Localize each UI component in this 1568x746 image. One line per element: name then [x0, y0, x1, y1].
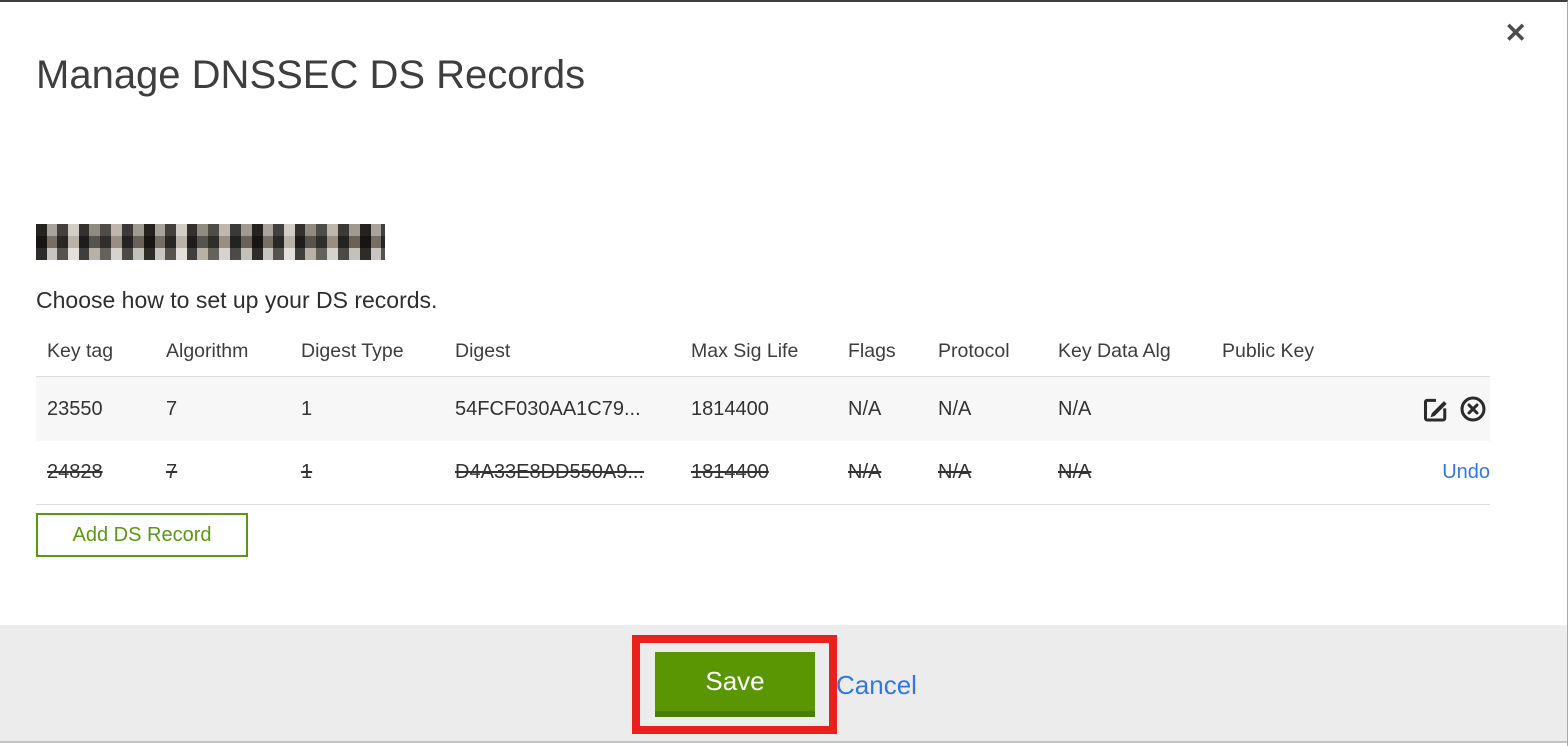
cell-algorithm: 7: [166, 461, 178, 483]
cell-protocol: N/A: [938, 461, 972, 483]
header-key-data-alg: Key Data Alg: [1047, 332, 1211, 377]
cell-max-sig-life: 1814400: [691, 461, 769, 483]
add-ds-record-button[interactable]: Add DS Record: [36, 513, 248, 557]
header-digest-type: Digest Type: [290, 332, 444, 377]
page-title: Manage DNSSEC DS Records: [36, 52, 586, 97]
table-row: 23550 7 1 54FCF030AA1C79... 1814400 N/A …: [36, 376, 1490, 441]
table-header-row: Key tag Algorithm Digest Type Digest Max…: [36, 332, 1490, 377]
cell-digest: 54FCF030AA1C79...: [455, 397, 641, 420]
cell-protocol: N/A: [938, 397, 972, 420]
edit-icon[interactable]: [1422, 395, 1450, 423]
cell-flags: N/A: [848, 461, 882, 483]
cell-digest-type: 1: [301, 397, 313, 420]
cell-key-tag: 24828: [47, 461, 103, 483]
cell-key-data-alg: N/A: [1058, 397, 1092, 420]
cell-key-data-alg: N/A: [1058, 461, 1092, 483]
header-max-sig-life: Max Sig Life: [680, 332, 837, 377]
save-button[interactable]: Save: [655, 652, 815, 717]
header-protocol: Protocol: [927, 332, 1047, 377]
cell-digest-type: 1: [301, 461, 313, 483]
cancel-link[interactable]: Cancel: [836, 670, 917, 701]
cell-digest: D4A33E8DD550A9...: [455, 461, 645, 483]
close-icon[interactable]: ✕: [1504, 20, 1527, 47]
instruction-text: Choose how to set up your DS records.: [36, 287, 438, 313]
redacted-domain-name: [36, 224, 385, 260]
undo-link[interactable]: Undo: [1442, 461, 1490, 483]
header-key-tag: Key tag: [36, 332, 155, 377]
header-actions: [1356, 332, 1490, 377]
cell-max-sig-life: 1814400: [691, 397, 769, 420]
dnssec-modal: Manage DNSSEC DS Records ✕ Choose how to…: [0, 0, 1568, 746]
ds-records-table: Key tag Algorithm Digest Type Digest Max…: [36, 332, 1490, 505]
cell-algorithm: 7: [166, 397, 178, 420]
delete-icon[interactable]: [1459, 395, 1487, 423]
cell-key-tag: 23550: [47, 397, 103, 420]
header-digest: Digest: [444, 332, 680, 377]
header-public-key: Public Key: [1211, 332, 1356, 377]
table-row-deleted: 24828 7 1 D4A33E8DD550A9... 1814400 N/A …: [36, 441, 1490, 505]
cell-flags: N/A: [848, 397, 882, 420]
header-flags: Flags: [837, 332, 927, 377]
header-algorithm: Algorithm: [155, 332, 290, 377]
